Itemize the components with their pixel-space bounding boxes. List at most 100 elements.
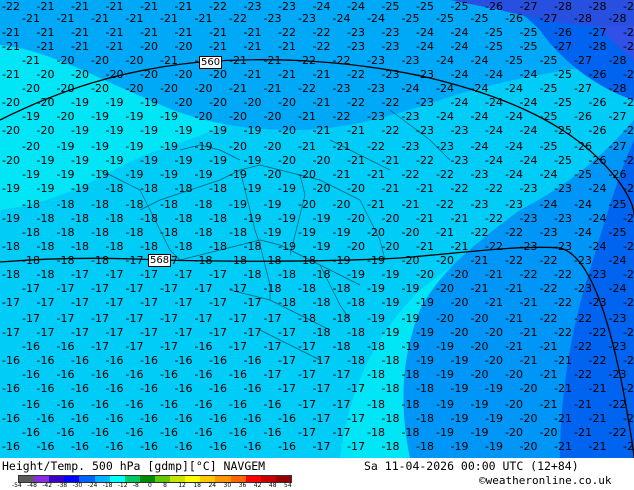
temperature-label: -17 <box>264 368 282 381</box>
temperature-label: -18 <box>313 268 331 281</box>
temperature-label: -21 <box>140 26 158 39</box>
colorbar-tick-label: 12 <box>178 482 186 489</box>
temperature-label: -19 <box>209 154 227 167</box>
temperature-label: -19 <box>22 110 40 123</box>
temperature-label: -23 <box>589 296 607 309</box>
temperature-label: -24 <box>623 268 634 281</box>
temperature-label: -21 <box>2 40 20 53</box>
temperature-label: -20 <box>195 110 213 123</box>
temperature-label: -24 <box>333 12 351 25</box>
temperature-label: -16 <box>264 426 282 439</box>
temperature-label: -19 <box>160 168 178 181</box>
temperature-label: -16 <box>126 426 144 439</box>
temperature-label: -16 <box>195 340 213 353</box>
temperature-label: -23 <box>382 68 400 81</box>
temperature-label: -21 <box>160 54 178 67</box>
temperature-label: -16 <box>57 368 75 381</box>
temperature-label: -18 <box>298 282 316 295</box>
temperature-label: -23 <box>402 110 420 123</box>
temperature-label: -21 <box>313 124 331 137</box>
temperature-label: -25 <box>505 54 523 67</box>
temperature-label: -24 <box>609 254 627 267</box>
temperature-label: -22 <box>436 168 454 181</box>
temperature-label: -24 <box>520 124 538 137</box>
temperature-label: -16 <box>244 354 262 367</box>
temperature-label: -19 <box>244 154 262 167</box>
temperature-label: -18 <box>367 368 385 381</box>
colorbar-tick-label: 0 <box>148 482 152 489</box>
temperature-label: -22 <box>278 26 296 39</box>
temperature-label: -22 <box>485 182 503 195</box>
temperature-label: -19 <box>485 440 503 453</box>
temperature-label: -20 <box>416 268 434 281</box>
colorbar-tick-label: -42 <box>42 482 53 489</box>
temperature-label: -20 <box>126 54 144 67</box>
temperature-label: -18 <box>278 296 296 309</box>
temperature-label: -20 <box>175 68 193 81</box>
temperature-label: -19 <box>71 154 89 167</box>
temperature-label: -16 <box>229 426 247 439</box>
temperature-label: -23 <box>416 96 434 109</box>
temperature-label: -23 <box>554 240 572 253</box>
temperature-label: -20 <box>140 68 158 81</box>
temperature-label: -25 <box>540 54 558 67</box>
temperature-label: -16 <box>106 354 124 367</box>
temperature-label: -19 <box>278 212 296 225</box>
temperature-label: -20 <box>22 140 40 153</box>
temperature-label: -22 <box>367 140 385 153</box>
temperature-label: -27 <box>589 26 607 39</box>
temperature-label: -16 <box>91 398 109 411</box>
temperature-label: -19 <box>313 212 331 225</box>
temperature-label: -18 <box>402 398 420 411</box>
temperature-label: -17 <box>313 354 331 367</box>
temperature-label: -19 <box>2 182 20 195</box>
temperature-label: -24 <box>589 212 607 225</box>
temperature-label: -18 <box>140 240 158 253</box>
temperature-label: -21 <box>520 354 538 367</box>
temperature-label: -16 <box>37 440 55 453</box>
temperature-label: -24 <box>540 198 558 211</box>
temperature-label: -18 <box>126 198 144 211</box>
temperature-label: -17 <box>2 296 20 309</box>
temperature-label: -23 <box>623 326 634 339</box>
temperature-label: -21 <box>471 282 489 295</box>
temperature-label: -16 <box>244 382 262 395</box>
temperature-label: -19 <box>244 124 262 137</box>
map-title: Height/Temp. 500 hPa [gdmp][°C] NAVGEM <box>2 459 266 473</box>
temperature-label: -17 <box>126 340 144 353</box>
temperature-label: -20 <box>106 68 124 81</box>
temperature-label: -23 <box>382 40 400 53</box>
temperature-label: -16 <box>140 440 158 453</box>
temperature-label: -18 <box>416 412 434 425</box>
temperature-label: -20 <box>71 68 89 81</box>
temperature-label: -18 <box>416 382 434 395</box>
temperature-label: -19 <box>140 154 158 167</box>
temperature-label: -17 <box>347 382 365 395</box>
temperature-label: -19 <box>264 198 282 211</box>
temperature-label: -16 <box>22 368 40 381</box>
credit-link[interactable]: ©weatheronline.co.uk <box>479 474 611 487</box>
temperature-label: -25 <box>609 226 627 239</box>
temperature-label: -18 <box>402 426 420 439</box>
temperature-label: -21 <box>298 110 316 123</box>
temperature-label: -21 <box>554 440 572 453</box>
temperature-label: -22 <box>589 354 607 367</box>
temperature-label: -23 <box>367 54 385 67</box>
temperature-label: -19 <box>209 124 227 137</box>
temperature-label: -21 <box>37 40 55 53</box>
temperature-label: -18 <box>382 382 400 395</box>
temperature-label: -21 <box>367 198 385 211</box>
temperature-label: -21 <box>520 326 538 339</box>
temperature-label: -16 <box>264 398 282 411</box>
temperature-label: -20 <box>298 168 316 181</box>
temperature-label: -19 <box>175 124 193 137</box>
temperature-label: -23 <box>451 154 469 167</box>
temperature-label: -16 <box>209 382 227 395</box>
temperature-label: -21 <box>313 96 331 109</box>
temperature-label: -18 <box>416 440 434 453</box>
temperature-label: -18 <box>244 268 262 281</box>
temperature-label: -21 <box>540 398 558 411</box>
temperature-label: -18 <box>195 254 213 267</box>
temperature-label: -17 <box>313 382 331 395</box>
temperature-label: -28 <box>623 124 634 137</box>
